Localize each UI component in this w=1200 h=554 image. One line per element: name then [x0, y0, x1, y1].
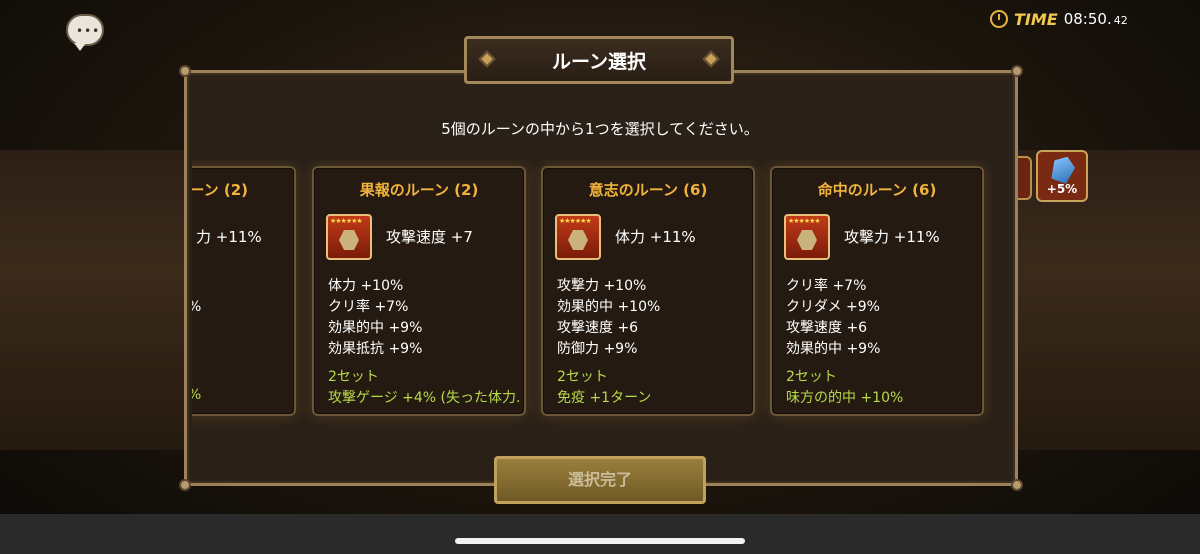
- rune-main-stat: 体力 +11%: [615, 228, 696, 246]
- bonus-badge-text: +5%: [1046, 182, 1078, 196]
- corner-rivet: [179, 65, 191, 77]
- rune-set-label: 2セット: [786, 369, 837, 385]
- bottom-bar: [0, 514, 1200, 554]
- rune-main-stat: 攻撃力 +11%: [844, 228, 940, 246]
- chat-icon: •••: [76, 24, 101, 38]
- corner-rivet: [179, 479, 191, 491]
- rune-substats: 体力 +10% クリ率 +7% 効果的中 +9% 効果抵抗 +9%: [328, 276, 422, 360]
- rune-substat: クリダメ +9%: [786, 299, 880, 315]
- time-value: 08:50. 42: [1063, 10, 1128, 28]
- rune-card-list[interactable]: ルーン (2) 力 +11% % % 果報のルーン (2) ★★★★★★ 攻撃速…: [192, 160, 992, 430]
- corner-rivet: [1011, 65, 1023, 77]
- star-rating-icon: ★★★★★★: [788, 217, 821, 225]
- rune-card-title: 果報のルーン (2): [359, 181, 479, 199]
- rune-icon: ★★★★★★: [326, 214, 372, 260]
- rune-card-title: ルーン (2): [192, 181, 248, 199]
- chat-button[interactable]: •••: [66, 14, 104, 51]
- star-rating-icon: ★★★★★★: [559, 217, 592, 225]
- rune-main-stat: 力 +11%: [196, 228, 262, 246]
- rune-card[interactable]: 命中のルーン (6) ★★★★★★ 攻撃力 +11% クリ率 +7% クリダメ …: [770, 166, 984, 416]
- rune-substats: クリ率 +7% クリダメ +9% 攻撃速度 +6 効果的中 +9%: [786, 276, 880, 360]
- rune-icon: ★★★★★★: [555, 214, 601, 260]
- rune-substat: 効果的中 +10%: [557, 299, 661, 315]
- rune-hexagon-icon: [339, 230, 359, 250]
- rune-substat: 攻撃速度 +6: [786, 320, 868, 336]
- rune-substat: クリ率 +7%: [786, 278, 867, 294]
- rune-icon: ★★★★★★: [784, 214, 830, 260]
- rune-substat: 攻撃速度 +6: [557, 320, 639, 336]
- rune-substat: 効果的中 +9%: [328, 320, 423, 336]
- rune-card-title: 命中のルーン (6): [817, 181, 937, 199]
- rune-card[interactable]: 果報のルーン (2) ★★★★★★ 攻撃速度 +7 体力 +10% クリ率 +7…: [312, 166, 526, 416]
- rune-card-title: 意志のルーン (6): [588, 181, 708, 199]
- rune-substat: 攻撃力 +10%: [557, 278, 647, 294]
- gem-icon: [1048, 153, 1078, 185]
- rune-main-stat: 攻撃速度 +7: [386, 228, 473, 246]
- rune-set-label: 2セット: [557, 369, 608, 385]
- confirm-selection-button[interactable]: 選択完了: [494, 456, 706, 504]
- rune-substat: 効果抵抗 +9%: [328, 341, 423, 357]
- side-badge-edge: [1016, 156, 1032, 200]
- rune-set-effect: 免疫 +1ターン: [557, 390, 652, 406]
- bonus-badge[interactable]: +5%: [1036, 150, 1088, 202]
- time-label: TIME: [1014, 9, 1058, 29]
- corner-rivet: [1011, 479, 1023, 491]
- rune-substat: 防御力 +9%: [557, 341, 638, 357]
- rune-substat: 効果的中 +9%: [786, 341, 881, 357]
- rune-card[interactable]: ルーン (2) 力 +11% % %: [192, 166, 296, 416]
- rune-substat: クリ率 +7%: [328, 299, 409, 315]
- rune-substat: 体力 +10%: [328, 278, 404, 294]
- star-rating-icon: ★★★★★★: [330, 217, 363, 225]
- rune-set-effect: 味方の的中 +10%: [786, 390, 904, 406]
- rune-hexagon-icon: [797, 230, 817, 250]
- home-indicator[interactable]: [455, 538, 745, 544]
- instruction-text: 5個のルーンの中から1つを選択してください。: [441, 120, 759, 138]
- timer: TIME 08:50. 42: [990, 8, 1128, 30]
- rune-card[interactable]: 意志のルーン (6) ★★★★★★ 体力 +11% 攻撃力 +10% 効果的中 …: [541, 166, 755, 416]
- dialog-title-tab: ルーン選択: [464, 36, 734, 84]
- rune-hexagon-icon: [568, 230, 588, 250]
- dialog-title: ルーン選択: [551, 51, 647, 73]
- rune-substat: %: [192, 297, 201, 318]
- rune-set-label: 2セット: [328, 369, 379, 385]
- clock-icon: [990, 10, 1008, 28]
- time-milliseconds: 42: [1113, 14, 1128, 27]
- rune-set-effect: 攻撃ゲージ +4% (失った体力..: [328, 390, 520, 406]
- rune-substats: 攻撃力 +10% 効果的中 +10% 攻撃速度 +6 防御力 +9%: [557, 276, 660, 360]
